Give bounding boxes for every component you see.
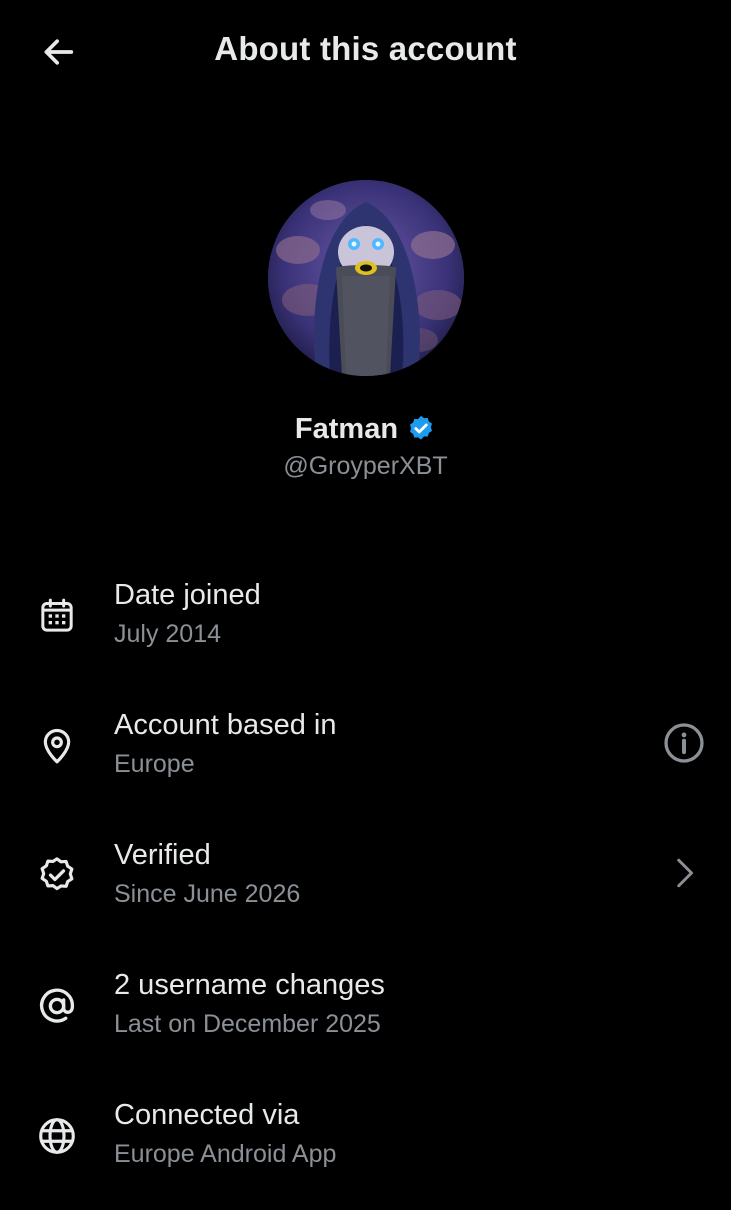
info-row-username-changes: 2 username changes Last on December 2025 — [0, 950, 731, 1080]
globe-icon — [34, 1113, 80, 1159]
info-title: Verified — [114, 839, 211, 871]
verified-check-icon — [34, 853, 80, 899]
verified-badge-icon — [406, 414, 436, 444]
name-row: Fatman — [0, 410, 731, 448]
chevron-right-icon[interactable] — [661, 850, 707, 896]
calendar-icon — [34, 593, 80, 639]
info-title: Date joined — [114, 579, 261, 611]
info-subtitle: Europe — [114, 750, 195, 778]
info-row-connected-via: Connected via Europe Android App — [0, 1080, 731, 1210]
info-subtitle: Since June 2026 — [114, 880, 301, 908]
profile-summary: Fatman @GroyperXBT — [0, 180, 731, 481]
info-title: 2 username changes — [114, 969, 385, 1001]
info-subtitle: Last on December 2025 — [114, 1010, 381, 1038]
info-title: Connected via — [114, 1099, 300, 1131]
info-title: Account based in — [114, 709, 337, 741]
username-handle: @GroyperXBT — [283, 452, 448, 480]
page-title: About this account — [214, 30, 517, 67]
avatar[interactable] — [267, 180, 464, 376]
account-info-list: Date joined July 2014 Account based in E… — [0, 560, 731, 1210]
at-sign-icon — [34, 983, 80, 1029]
display-name: Fatman — [294, 412, 399, 445]
info-subtitle: Europe Android App — [114, 1140, 337, 1168]
info-row-account-based-in: Account based in Europe — [0, 690, 731, 820]
info-icon[interactable] — [661, 720, 707, 766]
info-subtitle: July 2014 — [114, 620, 222, 648]
info-row-date-joined: Date joined July 2014 — [0, 560, 731, 690]
top-bar: About this account — [0, 0, 731, 104]
info-row-verified[interactable]: Verified Since June 2026 — [0, 820, 731, 950]
location-pin-icon — [34, 723, 80, 769]
